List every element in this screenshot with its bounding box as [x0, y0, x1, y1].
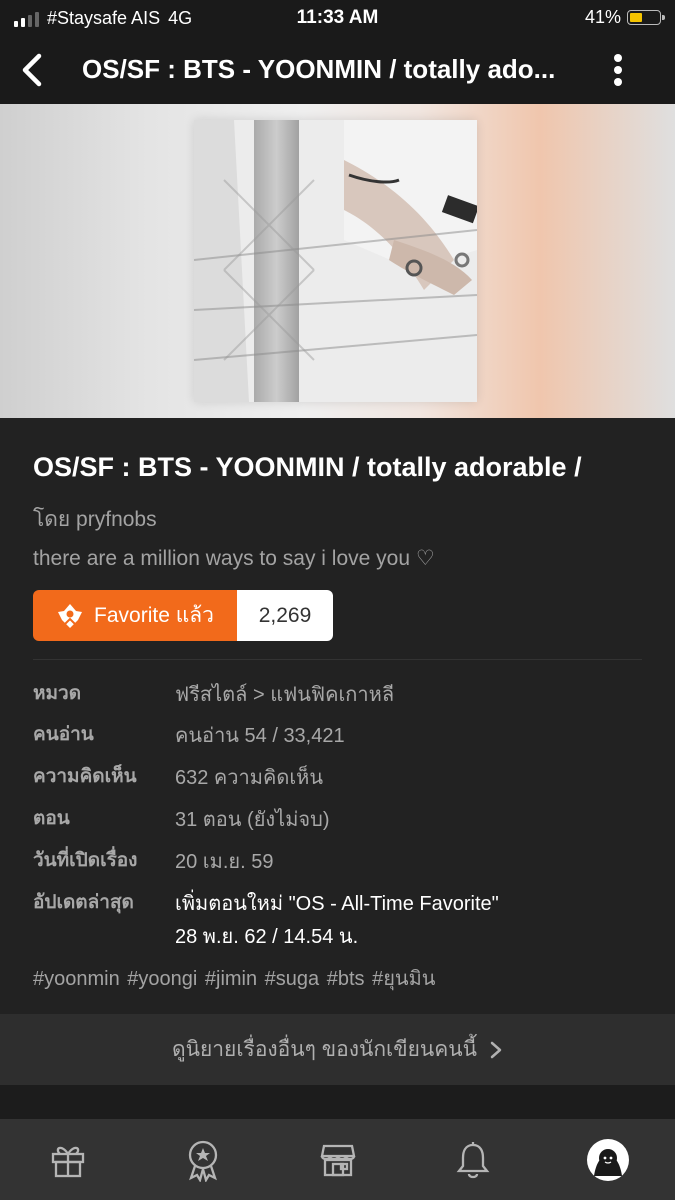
status-bar: #Staysafe AIS 4G 11:33 AM 41%: [0, 0, 675, 36]
back-button[interactable]: [14, 50, 54, 90]
author-link[interactable]: โดย pryfnobs: [33, 503, 157, 536]
hashtags[interactable]: #yoonmin #yoongi #jimin #suga #bts #ยุนม…: [33, 962, 435, 994]
readers-label: คนอ่าน: [33, 724, 94, 745]
more-options-button[interactable]: [600, 50, 636, 90]
award-icon: [188, 1140, 217, 1182]
nav-title: OS/SF : BTS - YOONMIN / totally ado...: [82, 54, 556, 84]
cover-image: [194, 120, 477, 402]
tab-awards[interactable]: [135, 1119, 270, 1200]
opened-label: วันที่เปิดเรื่อง: [33, 850, 138, 871]
favorite-count: 2,269: [237, 590, 333, 641]
profile-avatar-icon: [586, 1138, 629, 1181]
store-icon: [320, 1144, 355, 1176]
gift-icon: [51, 1146, 84, 1177]
clock: 11:33 AM: [296, 7, 379, 28]
tab-bar: [0, 1119, 675, 1200]
favorite-button[interactable]: Favorite แล้ว: [33, 590, 237, 641]
divider: [33, 659, 642, 660]
battery-icon: [627, 10, 665, 25]
story-title: OS/SF : BTS - YOONMIN / totally adorable…: [33, 452, 582, 482]
updated-label: อัปเดตล่าสุด: [33, 892, 134, 913]
section-gap: [0, 1085, 675, 1119]
updated-value[interactable]: เพิ่มตอนใหม่ "OS - All-Time Favorite": [175, 887, 499, 919]
tab-store[interactable]: [270, 1119, 405, 1200]
tab-notifications[interactable]: [405, 1119, 540, 1200]
tab-gift[interactable]: [0, 1119, 135, 1200]
battery-percent: 41%: [584, 7, 621, 27]
chevron-right-icon: [490, 1041, 502, 1058]
tab-profile[interactable]: [540, 1119, 675, 1200]
episodes-label: ตอน: [33, 808, 70, 829]
navigation-bar: OS/SF : BTS - YOONMIN / totally ado...: [0, 36, 675, 104]
comments-value[interactable]: 632 ความคิดเห็น: [175, 761, 323, 793]
updated-date: 28 พ.ย. 62 / 14.54 น.: [175, 926, 359, 948]
chevron-left-icon: [22, 53, 42, 87]
favorite-label: Favorite แล้ว: [94, 604, 214, 627]
cover-banner: [0, 104, 675, 418]
story-tagline: there are a million ways to say i love y…: [33, 547, 435, 570]
readers-value: คนอ่าน 54 / 33,421: [175, 725, 345, 747]
comments-label: ความคิดเห็น: [33, 766, 137, 787]
more-stories-button[interactable]: ดูนิยายเรื่องอื่นๆ ของนักเขียนคนนี้: [0, 1014, 675, 1085]
category-label: หมวด: [33, 683, 82, 704]
vertical-dots-icon: [614, 54, 622, 86]
episodes-value: 31 ตอน (ยังไม่จบ): [175, 809, 330, 831]
favorite-badge-icon: [58, 603, 83, 628]
opened-value: 20 เม.ย. 59: [175, 851, 274, 873]
category-value[interactable]: ฟรีสไตล์ > แฟนฟิคเกาหลี: [175, 678, 394, 710]
bell-icon: [456, 1141, 489, 1178]
more-stories-label: ดูนิยายเรื่องอื่นๆ ของนักเขียนคนนี้: [171, 1038, 478, 1061]
